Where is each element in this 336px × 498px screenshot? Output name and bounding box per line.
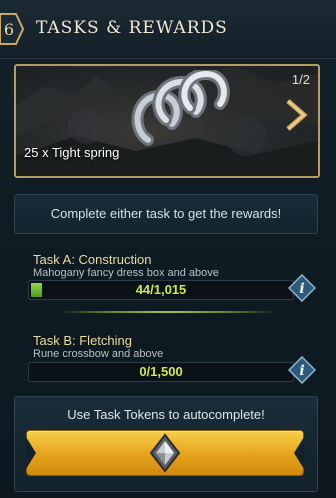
tight-spring-icon <box>131 70 230 146</box>
chevron-right-icon <box>286 99 308 131</box>
svg-text:i: i <box>299 281 304 297</box>
autocomplete-task-token-button[interactable] <box>26 431 304 475</box>
level-badge: 6 <box>0 12 24 46</box>
button-notch-right <box>294 437 304 469</box>
task-a-title: Task A: Construction <box>33 252 152 267</box>
svg-text:i: i <box>299 363 304 379</box>
task-a-subtitle: Mahogany fancy dress box and above <box>33 267 219 279</box>
reward-card: 1/2 25 x Tight spring <box>14 64 320 178</box>
tasks-rewards-panel: 6 TASKS & REWARDS 1/2 25 x Tight spring … <box>0 0 336 498</box>
page-title: TASKS & REWARDS <box>36 18 228 38</box>
reward-page-indicator: 1/2 <box>291 72 310 87</box>
next-reward-button[interactable] <box>282 98 312 132</box>
info-icon: i <box>287 355 317 385</box>
task-token-section: Use Task Tokens to autocomplete! <box>14 396 318 492</box>
task-b-title: Task B: Fletching <box>33 333 132 348</box>
task-token-icon <box>149 433 181 473</box>
task-b-subtitle: Rune crossbow and above <box>33 348 164 360</box>
rewards-info-box: Complete either task to get the rewards! <box>14 194 318 234</box>
task-b-progress-bar: 0/1,500 <box>28 362 294 382</box>
task-divider <box>58 311 278 313</box>
task-b-progress-text: 0/1,500 <box>139 364 183 379</box>
task-a-progress-text: 44/1,015 <box>135 282 187 297</box>
level-number: 6 <box>3 20 15 39</box>
button-notch-left <box>26 437 36 469</box>
panel-header: 6 TASKS & REWARDS <box>0 0 336 59</box>
task-token-label: Use Task Tokens to autocomplete! <box>67 407 265 422</box>
reward-item-name: 25 x Tight spring <box>24 145 120 160</box>
task-a-info-button[interactable]: i <box>287 273 317 303</box>
task-b-info-button[interactable]: i <box>287 355 317 385</box>
info-icon: i <box>287 273 317 303</box>
task-a-progress-bar: 44/1,015 <box>28 280 294 300</box>
